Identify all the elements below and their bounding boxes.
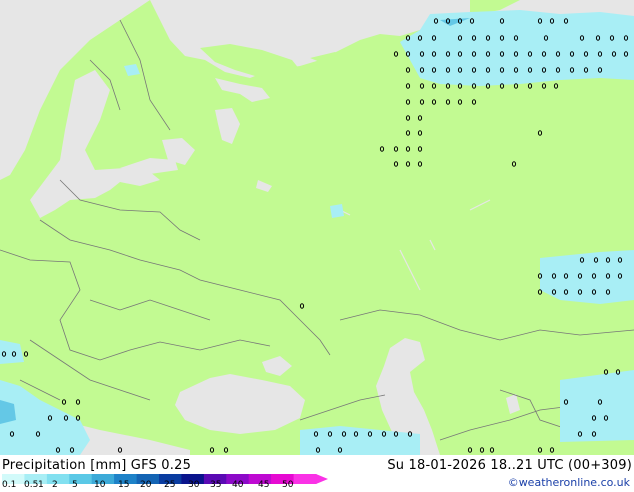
credit-link[interactable]: ©weatheronline.co.uk [508, 476, 630, 489]
precip-north [400, 10, 634, 86]
map-title: Precipitation [mm] GFS 0.25 [2, 458, 192, 473]
colorbar-tick-label: 1 [38, 480, 44, 490]
forecast-datetime: Su 18-01-2026 18..21 UTC (00+309) [387, 458, 632, 473]
colorbar-tick-label: 5 [72, 480, 78, 490]
colorbar-tick-label: 15 [118, 480, 130, 490]
colorbar-tick-label: 50 [282, 480, 294, 490]
colorbar-tick-label: 2 [52, 480, 58, 490]
precip-central [330, 204, 344, 218]
colorbar-tick-label: 35 [210, 480, 222, 490]
colorbar-tick-label: 10 [94, 480, 106, 490]
colorbar-tick-label: 25 [164, 480, 176, 490]
colorbar-tick-label: 20 [140, 480, 152, 490]
colorbar-tick-label: 40 [232, 480, 244, 490]
colorbar-tick-label: 45 [258, 480, 270, 490]
colorbar-tick-label: 0.5 [24, 480, 39, 490]
colorbar-tick-label: 0.1 [2, 480, 17, 490]
precipitation-map [0, 0, 634, 455]
colorbar-tick-label: 30 [188, 480, 200, 490]
precip-east-south [560, 370, 634, 442]
colorbar-ticks: 0.1 0.5 1 2 5 10 15 20 25 30 35 40 45 50 [0, 480, 340, 492]
map-footer: Precipitation [mm] GFS 0.25 Su 18-01-202… [0, 455, 634, 490]
